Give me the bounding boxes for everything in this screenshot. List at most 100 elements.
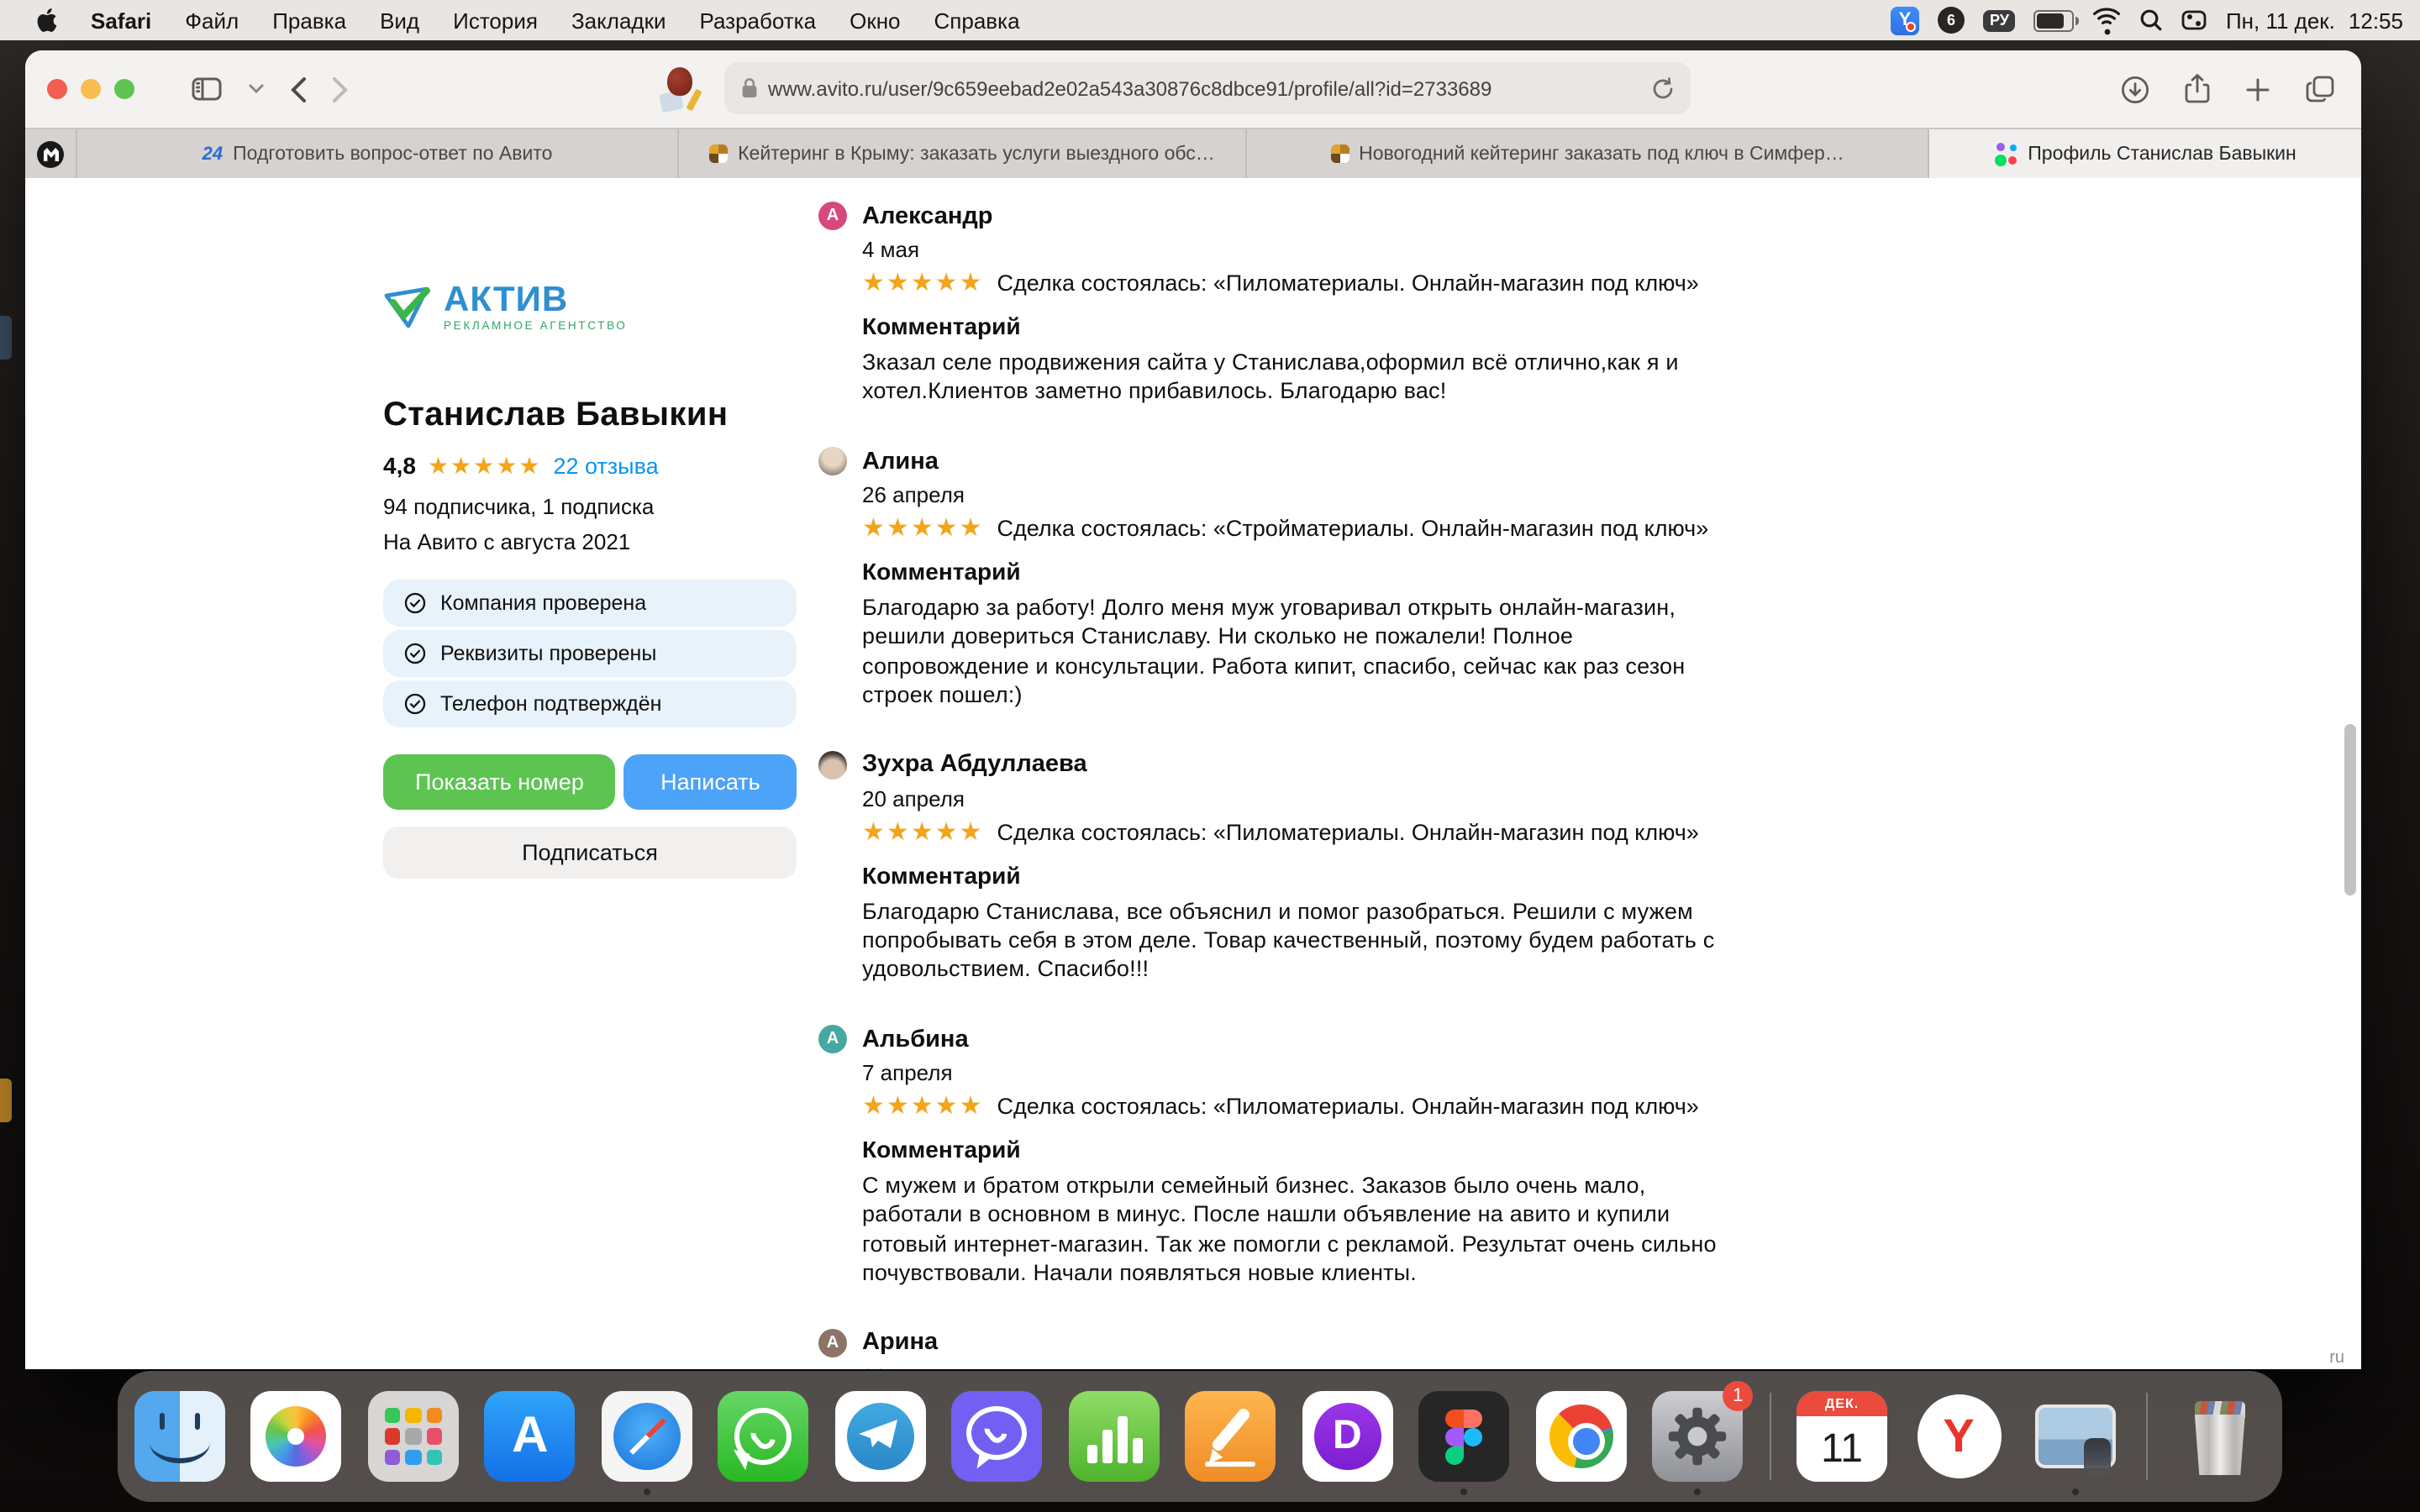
telegram-dock-icon[interactable] (835, 1391, 926, 1482)
menu-app-name[interactable]: Safari (74, 8, 168, 33)
reload-icon[interactable] (1652, 76, 1674, 100)
review-card: Алина 26 апреля ★★★★★ Сделка состоялась:… (818, 448, 1739, 709)
extension-icon[interactable] (660, 67, 697, 111)
verification-badges: Компания проверена Реквизиты проверены (383, 580, 797, 727)
comment-text: Благодарю за работу! Долго меня муж угов… (862, 594, 1739, 709)
whatsapp-dock-icon[interactable] (718, 1391, 809, 1482)
battery-icon[interactable] (2034, 9, 2075, 31)
finder-dock-icon[interactable] (134, 1391, 225, 1482)
close-window-button[interactable] (47, 79, 67, 99)
review-stars: ★★★★★ (862, 270, 984, 296)
numbers-dock-icon[interactable] (1069, 1391, 1160, 1482)
menu-item-window[interactable]: Окно (833, 8, 917, 33)
back-button[interactable] (291, 76, 306, 102)
new-tab-icon[interactable] (2245, 76, 2270, 102)
check-circle-icon (403, 591, 427, 615)
pinned-tab[interactable] (25, 129, 77, 178)
tab-bar: 24 Подготовить вопрос-ответ по Авито Кей… (25, 128, 2361, 178)
menu-item-file[interactable]: Файл (168, 8, 255, 33)
downloads-icon[interactable] (2121, 75, 2149, 103)
control-center-icon[interactable] (2182, 10, 2207, 30)
wifi-icon[interactable] (2093, 6, 2122, 34)
show-phone-button[interactable]: Показать номер (383, 754, 616, 810)
menu-clock[interactable]: Пн, 11 дек. 12:55 (2226, 8, 2403, 33)
figma-dock-icon[interactable] (1418, 1391, 1509, 1482)
tab-catering-newyear[interactable]: Новогодний кейтеринг заказать под ключ в… (1247, 129, 1929, 178)
menu-item-edit[interactable]: Правка (255, 8, 363, 33)
menu-item-bookmarks[interactable]: Закладки (555, 8, 683, 33)
write-message-button[interactable]: Написать (624, 754, 797, 810)
tab-overview-icon[interactable] (2306, 76, 2334, 102)
avatar (818, 751, 847, 780)
minimized-window-thumbnail[interactable] (2030, 1391, 2121, 1482)
apple-menu-icon[interactable] (20, 8, 74, 32)
rating-value: 4,8 (383, 452, 416, 479)
reviews-count-link[interactable]: 22 отзыва (553, 453, 658, 478)
safari-dock-icon[interactable] (602, 1391, 692, 1482)
review-date: 20 апреля (862, 786, 1739, 811)
tab-favicon (709, 144, 728, 163)
profile-name: Станислав Бавыкин (383, 396, 797, 435)
app-store-dock-icon[interactable]: A (485, 1391, 576, 1482)
avatar: А (818, 1329, 847, 1357)
reviewer-name: Александр (862, 202, 993, 229)
zoom-window-button[interactable] (114, 79, 134, 99)
review-stars: ★★★★★ (862, 1095, 984, 1120)
pages-dock-icon[interactable] (1185, 1391, 1276, 1482)
reviewer-name: Алина (862, 449, 939, 475)
logo-subtitle: РЕКЛАМНОЕ АГЕНТСТВО (444, 321, 628, 333)
address-bar[interactable]: www.avito.ru/user/9c659eebad2e02a543a308… (724, 62, 1691, 114)
yandex-browser-dock-icon[interactable]: Y (1913, 1391, 2004, 1482)
forward-button[interactable] (333, 76, 348, 102)
viber-dock-icon[interactable] (952, 1391, 1043, 1482)
calendar-dock-icon[interactable]: ДЕК. 11 (1797, 1391, 1887, 1482)
menu-item-develop[interactable]: Разработка (683, 8, 834, 33)
badge-requisites-verified: Реквизиты проверены (383, 630, 797, 677)
reviewer-name: Альбина (862, 1026, 969, 1053)
trash-dock-icon[interactable] (2175, 1391, 2265, 1482)
launchpad-dock-icon[interactable] (368, 1391, 459, 1482)
tab-avito-qa[interactable]: 24 Подготовить вопрос-ответ по Авито (77, 129, 679, 178)
calendar-day: 11 (1797, 1416, 1887, 1482)
photos-dock-icon[interactable] (251, 1391, 342, 1482)
dock-separator (2147, 1393, 2149, 1480)
logo-check-icon (383, 282, 434, 333)
review-date: 29 марта (862, 1364, 1739, 1369)
deal-status: Сделка состоялась: «Стройматериалы. Онла… (997, 517, 1709, 542)
yandex-status-icon[interactable]: Y (1891, 6, 1919, 34)
menu-item-help[interactable]: Справка (918, 8, 1037, 33)
profile-panel: АКТИВ РЕКЛАМНОЕ АГЕНТСТВО Станислав Бавы… (383, 282, 797, 879)
chrome-dock-icon[interactable] (1535, 1391, 1626, 1482)
menu-time: 12:55 (2349, 8, 2403, 33)
check-circle-icon (403, 642, 427, 665)
review-card: Зухра Абдуллаева 20 апреля ★★★★★ Сделка … (818, 751, 1739, 984)
badge-phone-confirmed: Телефон подтверждён (383, 680, 797, 727)
input-language-indicator[interactable]: РУ (1983, 9, 2016, 31)
scrollbar-thumb[interactable] (2344, 724, 2356, 895)
review-date: 26 апреля (862, 483, 1739, 508)
notification-badge-icon[interactable]: 6 (1938, 7, 1965, 34)
comment-label: Комментарий (862, 559, 1739, 585)
sidebar-toggle-icon[interactable] (192, 77, 222, 101)
system-settings-dock-icon[interactable]: 1 (1652, 1391, 1743, 1482)
menu-item-history[interactable]: История (436, 8, 555, 33)
sidebar-chevron-icon[interactable] (249, 84, 264, 94)
tab-catering-crimea[interactable]: Кейтеринг в Крыму: заказать услуги выезд… (679, 129, 1247, 178)
badge-company-verified: Компания проверена (383, 580, 797, 627)
tab-profile-active[interactable]: Профиль Станислав Бавыкин (1929, 129, 2361, 178)
tab-title: Профиль Станислав Бавыкин (2028, 144, 2296, 164)
purple-d-app-dock-icon[interactable]: D (1302, 1391, 1392, 1482)
menu-bar: Safari Файл Правка Вид История Закладки … (0, 0, 2420, 40)
minimize-window-button[interactable] (81, 79, 101, 99)
deal-status: Сделка состоялась: «Пиломатериалы. Онлай… (997, 270, 1699, 296)
desktop: Safari Файл Правка Вид История Закладки … (0, 0, 2420, 1512)
spotlight-search-icon[interactable] (2140, 8, 2164, 32)
lock-icon (741, 77, 758, 99)
dock-separator (1769, 1393, 1770, 1480)
page-content: АКТИВ РЕКЛАМНОЕ АГЕНТСТВО Станислав Бавы… (25, 178, 2361, 1369)
avatar: А (818, 1026, 847, 1054)
review-date: 4 мая (862, 237, 1739, 262)
subscribe-button[interactable]: Подписаться (383, 827, 797, 879)
menu-item-view[interactable]: Вид (363, 8, 436, 33)
share-icon[interactable] (2185, 74, 2210, 104)
